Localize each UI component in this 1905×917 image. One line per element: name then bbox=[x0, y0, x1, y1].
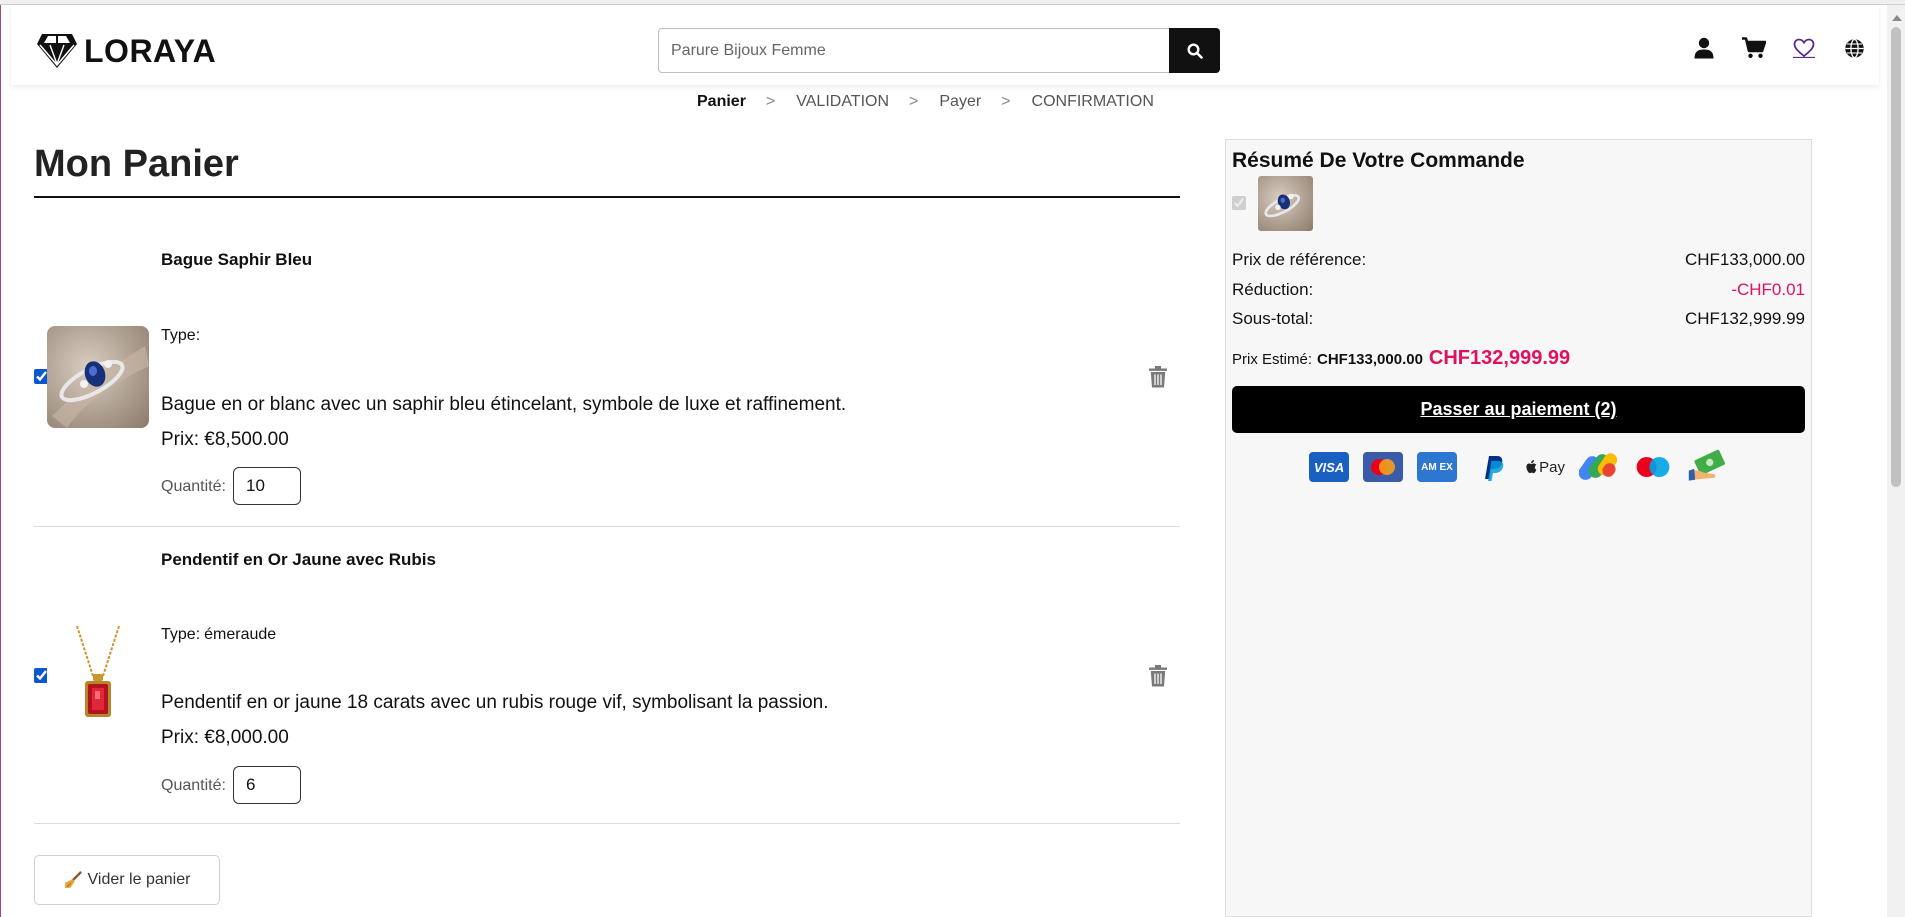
search-input[interactable] bbox=[658, 28, 1169, 73]
summary-item-checkbox bbox=[1232, 196, 1246, 210]
ring-thumbnail-icon bbox=[1258, 176, 1313, 231]
step-validation[interactable]: VALIDATION bbox=[796, 93, 889, 111]
estimated-price: Prix Estimé: CHF133,000.00 CHF132,999.99 bbox=[1232, 347, 1570, 370]
maestro-icon bbox=[1633, 452, 1673, 482]
product-price: Prix: €8,500.00 bbox=[161, 429, 289, 450]
discount-label: Réduction: bbox=[1232, 280, 1314, 299]
ring-image-icon bbox=[47, 326, 149, 428]
brand-logo[interactable]: LORAYA bbox=[36, 31, 216, 71]
title-divider bbox=[34, 196, 1180, 198]
wishlist-button[interactable] bbox=[1789, 33, 1819, 63]
cart-item: Bague Saphir Bleu Type: Bague en or blan… bbox=[34, 231, 1180, 527]
estimate-final-price: CHF132,999.99 bbox=[1428, 347, 1571, 369]
scroll-up-arrow-icon[interactable] bbox=[1892, 15, 1902, 21]
step-separator: > bbox=[909, 93, 919, 110]
globe-icon bbox=[1844, 38, 1864, 58]
discount-value: -CHF0.01 bbox=[1731, 280, 1805, 299]
paypal-icon bbox=[1471, 452, 1511, 482]
subtotal-value: CHF132,999.99 bbox=[1684, 309, 1805, 328]
search-bar bbox=[658, 28, 1220, 73]
page-title: Mon Panier bbox=[34, 143, 239, 185]
product-description: Bague en or blanc avec un saphir bleu ét… bbox=[161, 394, 847, 415]
scroll-thumb[interactable] bbox=[1891, 27, 1901, 487]
visa-icon: VISA bbox=[1309, 452, 1349, 482]
brand-name: LORAYA bbox=[84, 32, 217, 69]
step-confirmation[interactable]: CONFIRMATION bbox=[1032, 93, 1154, 111]
payment-methods: VISA AM EX Pay bbox=[1309, 449, 1727, 482]
quantity-label: Quantité: bbox=[161, 777, 226, 794]
summary-row-discount: Réduction: -CHF0.01 bbox=[1232, 280, 1805, 300]
reference-price-value: CHF133,000.00 bbox=[1684, 250, 1805, 269]
cash-icon bbox=[1687, 449, 1727, 482]
diamond-logo-icon bbox=[37, 34, 77, 68]
step-cart[interactable]: Panier bbox=[697, 93, 746, 111]
product-type: Type: émeraude bbox=[161, 626, 276, 644]
product-price: Prix: €8,000.00 bbox=[161, 727, 289, 748]
search-icon bbox=[1186, 42, 1203, 59]
empty-cart-label: Vider le panier bbox=[87, 871, 191, 888]
estimate-original-price: CHF133,000.00 bbox=[1317, 351, 1423, 368]
type-label: Type: bbox=[161, 327, 201, 344]
quantity-input[interactable] bbox=[233, 766, 301, 804]
product-description: Pendentif en or jaune 18 carats avec un … bbox=[161, 692, 829, 713]
product-type: Type: bbox=[161, 327, 204, 345]
checkout-steps: Panier > VALIDATION > Payer > CONFIRMATI… bbox=[697, 90, 1154, 114]
empty-cart-button[interactable]: Vider le panier bbox=[34, 855, 220, 905]
type-value: émeraude bbox=[204, 626, 277, 643]
subtotal-label: Sous-total: bbox=[1232, 309, 1314, 328]
window-left-edge bbox=[0, 5, 1, 917]
search-button[interactable] bbox=[1169, 28, 1220, 73]
quantity-input[interactable] bbox=[233, 467, 301, 505]
step-pay[interactable]: Payer bbox=[939, 93, 981, 111]
header-actions bbox=[1689, 33, 1869, 63]
pendant-image-icon bbox=[47, 626, 149, 728]
quantity-label: Quantité: bbox=[161, 478, 226, 495]
reference-price-label: Prix de référence: bbox=[1232, 250, 1367, 269]
site-header: LORAYA bbox=[11, 5, 1879, 85]
summary-row-reference: Prix de référence: CHF133,000.00 bbox=[1232, 250, 1805, 270]
account-button[interactable] bbox=[1689, 33, 1719, 63]
trash-icon[interactable] bbox=[1149, 665, 1167, 687]
step-separator: > bbox=[1001, 93, 1011, 110]
heart-icon bbox=[1793, 38, 1815, 58]
product-image-sapphire-ring[interactable] bbox=[47, 326, 149, 428]
type-label: Type: bbox=[161, 626, 201, 643]
cart-icon bbox=[1742, 37, 1766, 58]
checkout-button[interactable]: Passer au paiement (2) bbox=[1232, 386, 1805, 433]
estimate-label: Prix Estimé: bbox=[1232, 351, 1313, 368]
cart-item: Pendentif en Or Jaune avec Rubis Type: ém… bbox=[34, 528, 1180, 824]
summary-title: Résumé De Votre Commande bbox=[1232, 149, 1525, 172]
broom-icon bbox=[64, 871, 82, 888]
summary-row-subtotal: Sous-total: CHF132,999.99 bbox=[1232, 309, 1805, 329]
product-name[interactable]: Pendentif en Or Jaune avec Rubis bbox=[161, 550, 436, 570]
page-scrollbar[interactable] bbox=[1887, 5, 1905, 917]
cart-button[interactable] bbox=[1739, 33, 1769, 63]
mastercard-icon bbox=[1363, 452, 1403, 482]
product-image-ruby-pendant[interactable] bbox=[47, 626, 149, 728]
step-separator: > bbox=[765, 93, 776, 110]
apple-pay-icon: Pay bbox=[1525, 452, 1565, 482]
order-summary: Résumé De Votre Commande Prix de référen… bbox=[1225, 139, 1812, 917]
product-name[interactable]: Bague Saphir Bleu bbox=[161, 250, 312, 270]
google-pay-icon bbox=[1579, 452, 1619, 482]
language-button[interactable] bbox=[1839, 33, 1869, 63]
summary-item-thumbnail bbox=[1258, 176, 1313, 231]
user-icon bbox=[1694, 37, 1714, 59]
amex-icon: AM EX bbox=[1417, 452, 1457, 482]
trash-icon[interactable] bbox=[1149, 366, 1167, 388]
